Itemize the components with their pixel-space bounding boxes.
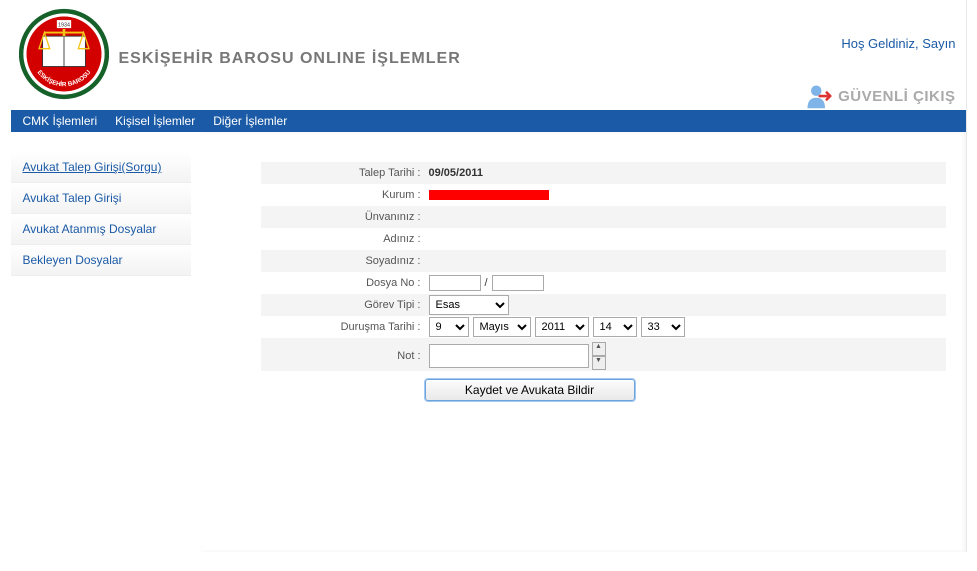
not-spinner-down[interactable]: ▼ <box>592 356 606 370</box>
gorev-tipi-select[interactable]: Esas <box>429 295 509 315</box>
label-ad: Adınız : <box>261 233 425 245</box>
label-soyad: Soyadınız : <box>261 255 425 267</box>
header: 1934 ESKİŞEHİR BAROSU ESKİŞEHİR BAROSU O… <box>11 0 966 110</box>
durusma-month-select[interactable]: Mayıs <box>473 317 531 337</box>
dosya-no-input-2[interactable] <box>492 275 544 291</box>
durusma-minute-select[interactable]: 33 <box>641 317 685 337</box>
sidebar-item-atanmis[interactable]: Avukat Atanmış Dosyalar <box>11 214 191 245</box>
top-menu: CMK İşlemleri Kişisel İşlemler Diğer İşl… <box>11 110 966 132</box>
sidebar-item-talep-sorgu[interactable]: Avukat Talep Girişi(Sorgu) <box>11 152 191 183</box>
value-kurum-redacted <box>429 190 549 200</box>
not-textarea[interactable] <box>429 344 589 368</box>
not-spinner-up[interactable]: ▲ <box>592 342 606 356</box>
logout-icon <box>804 82 832 110</box>
durusma-hour-select[interactable]: 14 <box>593 317 637 337</box>
topmenu-item-diger[interactable]: Diğer İşlemler <box>213 114 287 128</box>
durusma-day-select[interactable]: 9 <box>429 317 469 337</box>
logo: 1934 ESKİŞEHİR BAROSU <box>19 4 109 104</box>
site-title: ESKİŞEHİR BAROSU ONLINE İŞLEMLER <box>119 50 461 68</box>
welcome-text: Hoş Geldiniz, Sayın <box>841 36 955 51</box>
sidebar-item-bekleyen[interactable]: Bekleyen Dosyalar <box>11 245 191 276</box>
topmenu-item-kisisel[interactable]: Kişisel İşlemler <box>115 114 195 128</box>
label-dosya-no: Dosya No : <box>261 277 425 289</box>
sidebar: Avukat Talep Girişi(Sorgu) Avukat Talep … <box>11 132 191 552</box>
svg-text:1934: 1934 <box>58 22 70 28</box>
dosya-no-separator: / <box>485 277 488 289</box>
logout-button[interactable]: GÜVENLİ ÇIKIŞ <box>804 82 955 110</box>
dosya-no-input-1[interactable] <box>429 275 481 291</box>
topmenu-item-cmk[interactable]: CMK İşlemleri <box>23 114 98 128</box>
durusma-year-select[interactable]: 2011 <box>535 317 589 337</box>
label-not: Not : <box>261 350 425 362</box>
content: Talep Tarihi : 09/05/2011 Kurum : Ünvanı… <box>201 132 966 552</box>
submit-button[interactable]: Kaydet ve Avukata Bildir <box>425 379 635 401</box>
label-unvan: Ünvanınız : <box>261 211 425 223</box>
label-kurum: Kurum : <box>261 189 425 201</box>
label-durusma-tarihi: Duruşma Tarihi : <box>261 321 425 333</box>
label-gorev-tipi: Görev Tipi : <box>261 299 425 311</box>
logout-label: GÜVENLİ ÇIKIŞ <box>838 88 955 105</box>
label-talep-tarihi: Talep Tarihi : <box>261 167 425 179</box>
value-talep-tarihi: 09/05/2011 <box>429 167 483 179</box>
sidebar-item-talep-girisi[interactable]: Avukat Talep Girişi <box>11 183 191 214</box>
